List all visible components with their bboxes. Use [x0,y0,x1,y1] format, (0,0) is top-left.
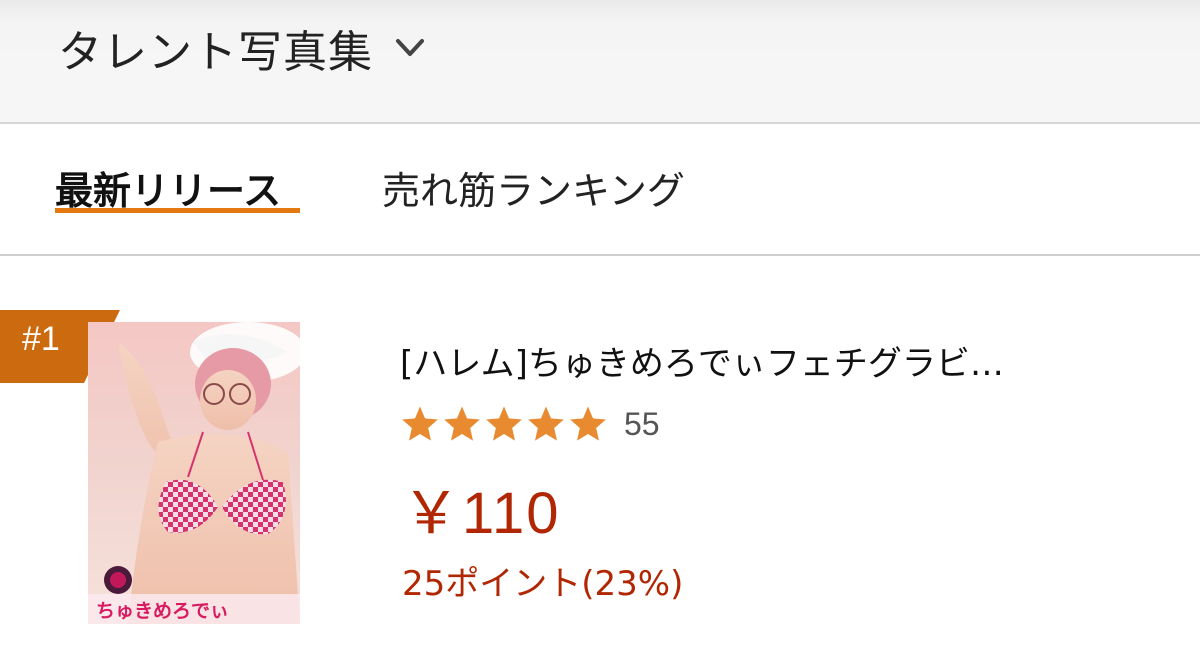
star-icon [528,406,564,441]
product-price: ￥110 [402,481,561,546]
tab-bar: 最新リリース 売れ筋ランキング [0,124,1200,256]
product-points: 25ポイント(23%) [402,564,684,604]
product-thumbnail[interactable]: ちゅきめろでぃ [88,322,306,624]
star-icon [570,406,606,441]
review-count[interactable]: 55 [624,406,660,443]
category-selector[interactable]: タレント写真集 [58,18,427,78]
chevron-down-icon[interactable] [393,31,427,65]
tab-new-releases[interactable]: 最新リリース [55,160,281,215]
product-title[interactable]: [ハレム]ちゅきめろでぃフェチグラビ… [400,336,1004,385]
category-label: タレント写真集 [58,27,373,78]
tab-best-sellers[interactable]: 売れ筋ランキング [382,160,685,215]
cover-title: ちゅきめろでぃ [96,600,229,622]
product-item[interactable]: #1 ちゅきめろでぃ [ハレム]ちゅきめろでぃフェチグラビ… 55 ￥110 2… [0,256,1200,666]
category-header: タレント写真集 [0,0,1200,124]
active-tab-indicator [55,208,300,213]
star-rating[interactable]: 55 [400,404,660,444]
star-icon [486,406,522,441]
star-icon [402,406,438,441]
star-icon [444,406,480,441]
rank-number: #1 [22,320,60,358]
